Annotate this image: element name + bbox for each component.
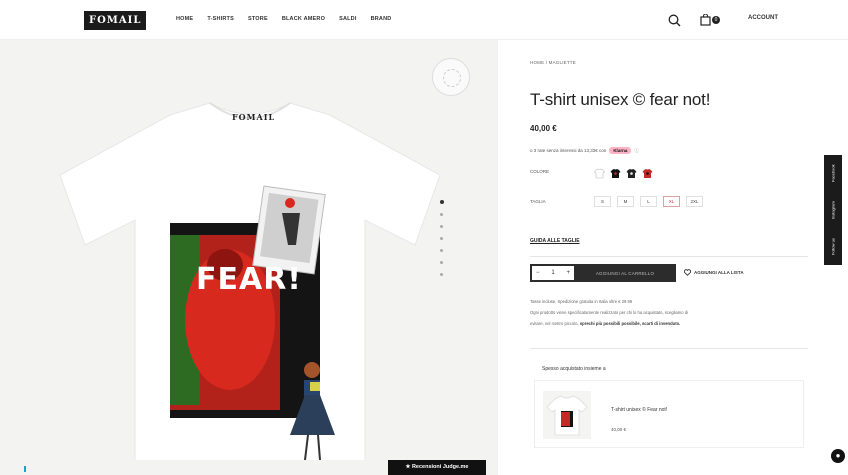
size-option-l[interactable]: L bbox=[640, 196, 657, 207]
klarna-badge[interactable]: Klarna bbox=[609, 147, 632, 154]
eco-stamp-badge bbox=[432, 58, 470, 96]
social-link-instagram[interactable]: Instagram bbox=[831, 201, 836, 219]
related-products-title: Spesso acquistato insieme a bbox=[542, 366, 606, 372]
gallery-dot[interactable] bbox=[440, 273, 443, 276]
accessibility-marker bbox=[24, 466, 26, 472]
divider bbox=[530, 348, 808, 349]
nav-item-store[interactable]: STORE bbox=[248, 16, 268, 22]
related-product-card[interactable]: T-shirt unisex © Fear not! 40,00 € bbox=[534, 380, 804, 448]
main-nav: HOME T-SHIRTS STORE BLACK AMERO SALDI BR… bbox=[176, 16, 391, 22]
reviews-button[interactable]: ★ Recensioni Judge.me bbox=[388, 460, 486, 475]
quantity-stepper[interactable]: − 1 + bbox=[532, 266, 574, 280]
product-title: T-shirt unisex © fear not! bbox=[530, 90, 711, 109]
divider bbox=[530, 256, 808, 257]
nav-item-brand[interactable]: BRAND bbox=[371, 16, 392, 22]
swatch-white[interactable] bbox=[594, 166, 605, 179]
color-label: COLORE bbox=[530, 169, 550, 174]
swatch-black-2[interactable] bbox=[626, 166, 637, 178]
size-option-2xl[interactable]: 2XL bbox=[686, 196, 703, 207]
size-guide-link[interactable]: GUIDA ALLE TAGLIE bbox=[530, 238, 580, 244]
made-to-order-note: Ogni prodotto viene specificatamente rea… bbox=[530, 310, 689, 315]
size-option-xl[interactable]: XL bbox=[663, 196, 680, 207]
chat-bubble-icon[interactable]: ● bbox=[831, 449, 845, 463]
nav-item-black-amero[interactable]: BLACK AMERO bbox=[282, 16, 325, 22]
waste-note: evitare, nel nostro piccolo, sprechi più… bbox=[530, 318, 810, 329]
social-sidebar: Follow us Instagram Facebook bbox=[824, 155, 842, 265]
tshirt-chest-logo: FOMAIL bbox=[232, 112, 276, 122]
product-price: 40,00 € bbox=[530, 124, 557, 133]
top-navigation-bar: FOMAIL HOME T-SHIRTS STORE BLACK AMERO S… bbox=[0, 0, 848, 40]
size-option-m[interactable]: M bbox=[617, 196, 634, 207]
add-to-wishlist-button[interactable]: AGGIUNGI ALLA LISTA bbox=[684, 269, 744, 276]
info-icon[interactable]: ⓘ bbox=[634, 148, 639, 154]
gallery-dot[interactable] bbox=[440, 249, 443, 252]
shipping-note: Tasse incluse. Spedizione gratuita in It… bbox=[530, 299, 633, 304]
related-product-image[interactable] bbox=[543, 391, 591, 439]
color-swatches bbox=[594, 166, 653, 179]
nav-item-saldi[interactable]: SALDI bbox=[339, 16, 357, 22]
gallery-dot[interactable] bbox=[440, 237, 443, 240]
installments-text: o 3 rate senza interessi da 13,33€ con bbox=[530, 148, 607, 153]
waste-note-bold: sprechi più possibili possibile, scarti … bbox=[579, 321, 681, 326]
gallery-dot[interactable] bbox=[440, 261, 443, 264]
brand-logo[interactable]: FOMAIL bbox=[84, 11, 147, 30]
product-gallery[interactable]: FOMAIL FEAR! bbox=[0, 40, 498, 475]
size-selector: S M L XL 2XL bbox=[594, 196, 703, 207]
size-option-s[interactable]: S bbox=[594, 196, 611, 207]
heart-icon bbox=[684, 269, 691, 276]
related-product-price: 40,00 € bbox=[611, 427, 627, 432]
minus-icon[interactable]: − bbox=[536, 270, 540, 276]
plus-icon[interactable]: + bbox=[566, 270, 570, 276]
installments-info: o 3 rate senza interessi da 13,33€ con K… bbox=[530, 147, 639, 154]
nav-item-tshirts[interactable]: T-SHIRTS bbox=[207, 16, 234, 22]
breadcrumb[interactable]: HOME / MAGLIETTE bbox=[530, 60, 576, 65]
social-follow-label: Follow us bbox=[830, 238, 836, 256]
account-link[interactable]: ACCOUNT bbox=[748, 15, 778, 21]
product-notes: Tasse incluse. Spedizione gratuita in It… bbox=[530, 296, 810, 329]
cart-button[interactable]: 0 bbox=[700, 10, 720, 30]
gallery-pagination[interactable] bbox=[439, 200, 444, 276]
gallery-dot[interactable] bbox=[440, 225, 443, 228]
nav-item-home[interactable]: HOME bbox=[176, 16, 193, 22]
cart-bag-icon bbox=[700, 14, 711, 26]
size-label: TAGLIA bbox=[530, 199, 546, 204]
add-to-cart-button[interactable]: AGGIUNGI AL CARRELLO bbox=[574, 271, 676, 276]
waste-note-text: evitare, nel nostro piccolo, bbox=[530, 321, 579, 326]
cart-count-badge: 0 bbox=[712, 16, 720, 24]
swatch-black-1[interactable] bbox=[610, 166, 621, 178]
search-icon[interactable] bbox=[668, 10, 681, 30]
gallery-dot[interactable] bbox=[439, 200, 444, 204]
gallery-dot[interactable] bbox=[440, 213, 443, 216]
tshirt-fear-text: FEAR! bbox=[196, 262, 302, 297]
add-to-cart-bar: − 1 + AGGIUNGI AL CARRELLO bbox=[530, 264, 676, 282]
product-info: HOME / MAGLIETTE T-shirt unisex © fear n… bbox=[498, 40, 848, 475]
social-link-facebook[interactable]: Facebook bbox=[831, 165, 836, 183]
quantity-value: 1 bbox=[551, 270, 555, 276]
related-product-name[interactable]: T-shirt unisex © Fear not! bbox=[611, 407, 667, 413]
swatch-red[interactable] bbox=[642, 166, 653, 178]
wishlist-label: AGGIUNGI ALLA LISTA bbox=[694, 270, 744, 275]
